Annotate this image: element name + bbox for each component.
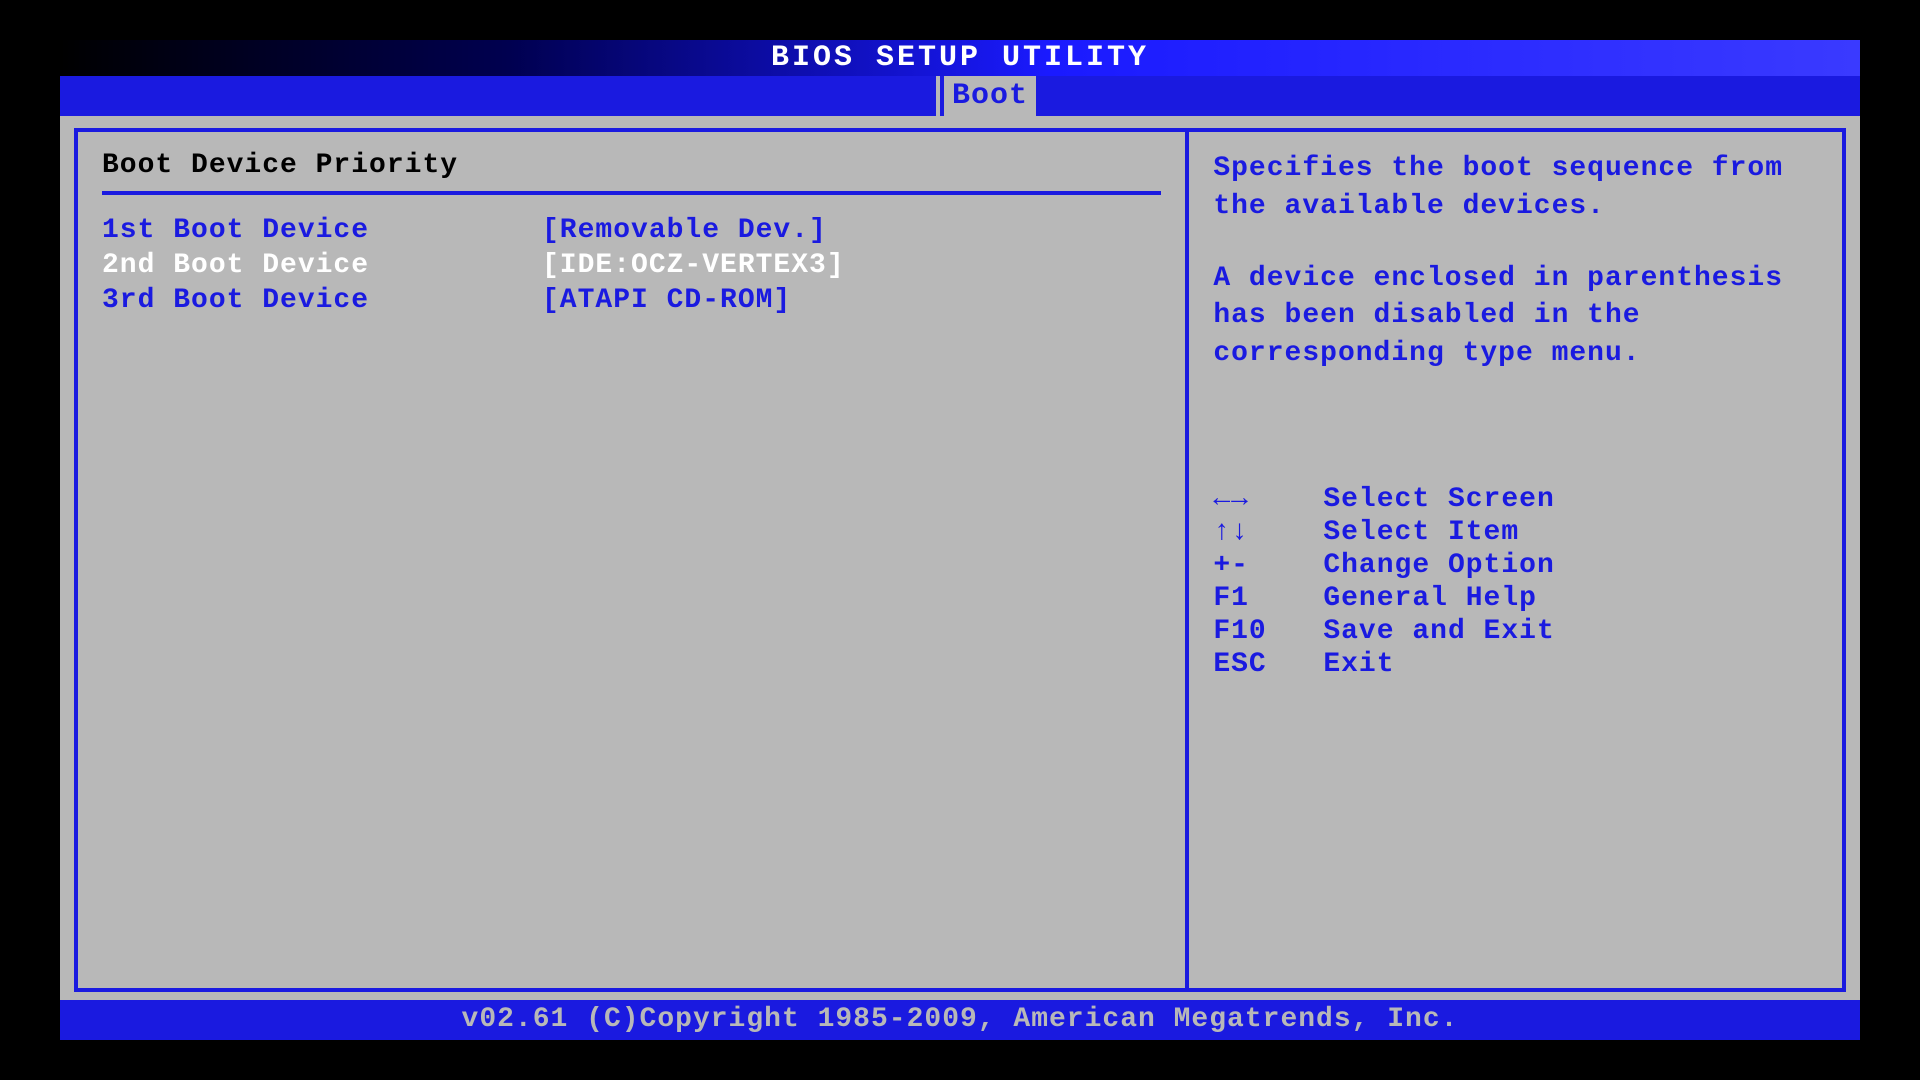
key-arrows-lr-icon: ←→ [1213, 484, 1323, 515]
bios-window: BIOS SETUP UTILITY Boot Boot Device Prio… [60, 40, 1860, 1040]
tab-label: Boot [952, 79, 1028, 113]
key-row: F1 General Help [1213, 582, 1818, 615]
boot-item-label: 2nd Boot Device [102, 250, 542, 281]
body-area: Boot Device Priority 1st Boot Device [Re… [60, 116, 1860, 1000]
app-title: BIOS SETUP UTILITY [771, 41, 1149, 75]
key-esc: ESC [1213, 649, 1323, 680]
key-plusminus-icon: +- [1213, 550, 1323, 581]
help-text-1: Specifies the boot sequence from the ava… [1213, 150, 1818, 226]
key-f1: F1 [1213, 583, 1323, 614]
boot-item-label: 1st Boot Device [102, 215, 542, 246]
footer-text: v02.61 (C)Copyright 1985-2009, American … [462, 1004, 1459, 1035]
settings-pane: Boot Device Priority 1st Boot Device [Re… [78, 132, 1189, 988]
boot-item-value: [IDE:OCZ-VERTEX3] [542, 250, 1161, 281]
boot-item-1[interactable]: 1st Boot Device [Removable Dev.] [102, 213, 1161, 248]
key-f10: F10 [1213, 616, 1323, 647]
key-legend: ←→ Select Screen ↑↓ Select Item +- Chang… [1213, 483, 1818, 681]
key-row: ESC Exit [1213, 648, 1818, 681]
boot-item-value: [Removable Dev.] [542, 215, 1161, 246]
boot-item-label: 3rd Boot Device [102, 285, 542, 316]
key-row: F10 Save and Exit [1213, 615, 1818, 648]
key-desc: Change Option [1323, 550, 1554, 581]
key-desc: General Help [1323, 583, 1537, 614]
help-pane: Specifies the boot sequence from the ava… [1189, 132, 1842, 988]
help-text-2: A device enclosed in parenthesis has bee… [1213, 260, 1818, 373]
key-desc: Save and Exit [1323, 616, 1554, 647]
key-desc: Select Item [1323, 517, 1519, 548]
key-arrows-ud-icon: ↑↓ [1213, 517, 1323, 548]
menu-bar[interactable]: Boot [60, 76, 1860, 116]
title-bar: BIOS SETUP UTILITY [60, 40, 1860, 76]
boot-item-value: [ATAPI CD-ROM] [542, 285, 1161, 316]
boot-item-2[interactable]: 2nd Boot Device [IDE:OCZ-VERTEX3] [102, 248, 1161, 283]
panels: Boot Device Priority 1st Boot Device [Re… [74, 128, 1846, 992]
tab-boot[interactable]: Boot [940, 76, 1040, 116]
key-row: +- Change Option [1213, 549, 1818, 582]
boot-item-3[interactable]: 3rd Boot Device [ATAPI CD-ROM] [102, 283, 1161, 318]
key-desc: Select Screen [1323, 484, 1554, 515]
footer-bar: v02.61 (C)Copyright 1985-2009, American … [60, 1000, 1860, 1040]
key-row: ←→ Select Screen [1213, 483, 1818, 516]
key-row: ↑↓ Select Item [1213, 516, 1818, 549]
section-title: Boot Device Priority [102, 150, 1161, 195]
key-desc: Exit [1323, 649, 1394, 680]
